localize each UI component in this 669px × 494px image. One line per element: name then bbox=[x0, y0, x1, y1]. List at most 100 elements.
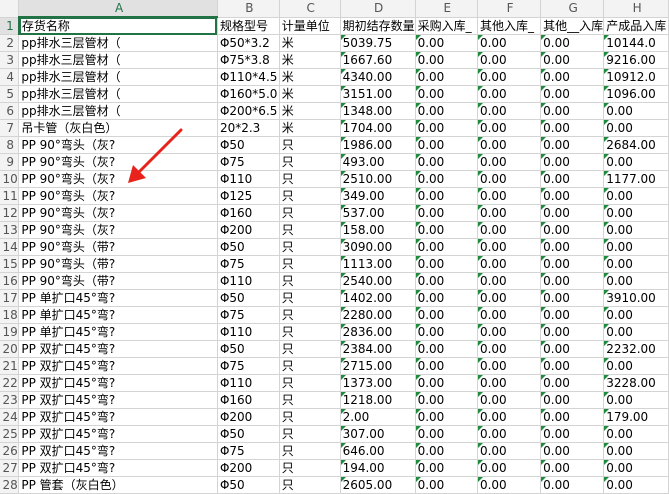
cell-a[interactable]: pp排水三层管材（ bbox=[18, 68, 218, 86]
cell-g[interactable]: 0.00 bbox=[540, 476, 605, 494]
cell-c[interactable]: 米 bbox=[279, 68, 341, 86]
column-header-g[interactable]: G bbox=[540, 0, 605, 18]
cell-c[interactable]: 米 bbox=[279, 119, 341, 137]
cell-a[interactable]: PP 双扩口45°弯? bbox=[18, 357, 218, 375]
cell-c[interactable]: 米 bbox=[279, 34, 341, 52]
cell-c[interactable]: 只 bbox=[279, 136, 341, 154]
cell-e[interactable]: 0.00 bbox=[415, 340, 478, 358]
cell-h1[interactable]: 产成品入库 bbox=[603, 17, 669, 35]
cell-e1[interactable]: 采购入库_ bbox=[415, 17, 478, 35]
cell-f[interactable]: 0.00 bbox=[477, 306, 542, 324]
cell-f[interactable]: 0.00 bbox=[477, 85, 542, 103]
column-header-a[interactable]: A bbox=[18, 0, 218, 18]
cell-f1[interactable]: 其他入库_ bbox=[477, 17, 542, 35]
cell-a[interactable]: PP 单扩口45°弯? bbox=[18, 289, 218, 307]
cell-f[interactable]: 0.00 bbox=[477, 51, 542, 69]
cell-c[interactable]: 米 bbox=[279, 85, 341, 103]
cell-f[interactable]: 0.00 bbox=[477, 374, 542, 392]
row-header[interactable]: 22 bbox=[0, 374, 20, 392]
cell-g1[interactable]: 其他__入库 bbox=[540, 17, 605, 35]
cell-h[interactable]: 3228.00 bbox=[603, 374, 669, 392]
cell-h[interactable]: 0.00 bbox=[603, 187, 669, 205]
cell-b[interactable]: Φ50*3.2 bbox=[217, 34, 280, 52]
cell-g[interactable]: 0.00 bbox=[540, 459, 605, 477]
cell-c[interactable]: 只 bbox=[279, 289, 341, 307]
cell-e[interactable]: 0.00 bbox=[415, 272, 478, 290]
column-header-e[interactable]: E bbox=[415, 0, 478, 18]
cell-d1[interactable]: 期初结存数量 bbox=[340, 17, 416, 35]
cell-a[interactable]: PP 90°弯头（灰? bbox=[18, 153, 218, 171]
cell-c[interactable]: 只 bbox=[279, 238, 341, 256]
cell-d[interactable]: 2605.00 bbox=[340, 476, 416, 494]
cell-g[interactable]: 0.00 bbox=[540, 340, 605, 358]
row-header[interactable]: 14 bbox=[0, 238, 20, 256]
cell-b[interactable]: Φ110 bbox=[217, 272, 280, 290]
cell-c[interactable]: 只 bbox=[279, 204, 341, 222]
cell-g[interactable]: 0.00 bbox=[540, 238, 605, 256]
cell-d[interactable]: 1348.00 bbox=[340, 102, 416, 120]
cell-b[interactable]: Φ50 bbox=[217, 340, 280, 358]
cell-e[interactable]: 0.00 bbox=[415, 51, 478, 69]
cell-g[interactable]: 0.00 bbox=[540, 153, 605, 171]
spreadsheet-grid[interactable]: A B C D E F G H 1 存货名称 规格型号 计量单位 期初结存数量 … bbox=[0, 0, 669, 494]
cell-a[interactable]: PP 90°弯头（带? bbox=[18, 272, 218, 290]
cell-d[interactable]: 4340.00 bbox=[340, 68, 416, 86]
cell-f[interactable]: 0.00 bbox=[477, 221, 542, 239]
cell-b[interactable]: Φ75 bbox=[217, 153, 280, 171]
cell-b[interactable]: Φ200 bbox=[217, 459, 280, 477]
cell-h[interactable]: 0.00 bbox=[603, 425, 669, 443]
cell-c[interactable]: 只 bbox=[279, 340, 341, 358]
row-header[interactable]: 18 bbox=[0, 306, 20, 324]
cell-g[interactable]: 0.00 bbox=[540, 170, 605, 188]
cell-b[interactable]: Φ50 bbox=[217, 136, 280, 154]
cell-e[interactable]: 0.00 bbox=[415, 306, 478, 324]
cell-f[interactable]: 0.00 bbox=[477, 34, 542, 52]
cell-g[interactable]: 0.00 bbox=[540, 68, 605, 86]
row-header[interactable]: 21 bbox=[0, 357, 20, 375]
cell-h[interactable]: 2684.00 bbox=[603, 136, 669, 154]
cell-h[interactable]: 1096.00 bbox=[603, 85, 669, 103]
cell-g[interactable]: 0.00 bbox=[540, 374, 605, 392]
cell-h[interactable]: 0.00 bbox=[603, 102, 669, 120]
cell-c[interactable]: 只 bbox=[279, 255, 341, 273]
cell-e[interactable]: 0.00 bbox=[415, 357, 478, 375]
row-header[interactable]: 5 bbox=[0, 85, 20, 103]
cell-d[interactable]: 2715.00 bbox=[340, 357, 416, 375]
cell-f[interactable]: 0.00 bbox=[477, 289, 542, 307]
cell-h[interactable]: 0.00 bbox=[603, 204, 669, 222]
cell-f[interactable]: 0.00 bbox=[477, 119, 542, 137]
cell-c1[interactable]: 计量单位 bbox=[279, 17, 341, 35]
cell-b[interactable]: Φ50 bbox=[217, 289, 280, 307]
cell-d[interactable]: 307.00 bbox=[340, 425, 416, 443]
cell-h[interactable]: 0.00 bbox=[603, 442, 669, 460]
column-header-c[interactable]: C bbox=[279, 0, 341, 18]
row-header[interactable]: 7 bbox=[0, 119, 20, 137]
cell-e[interactable]: 0.00 bbox=[415, 459, 478, 477]
cell-e[interactable]: 0.00 bbox=[415, 238, 478, 256]
cell-f[interactable]: 0.00 bbox=[477, 476, 542, 494]
cell-a[interactable]: PP 双扩口45°弯? bbox=[18, 459, 218, 477]
cell-g[interactable]: 0.00 bbox=[540, 204, 605, 222]
cell-b[interactable]: Φ75 bbox=[217, 306, 280, 324]
cell-b[interactable]: Φ110 bbox=[217, 323, 280, 341]
cell-d[interactable]: 1986.00 bbox=[340, 136, 416, 154]
cell-d[interactable]: 493.00 bbox=[340, 153, 416, 171]
cell-g[interactable]: 0.00 bbox=[540, 85, 605, 103]
cell-c[interactable]: 只 bbox=[279, 170, 341, 188]
cell-b[interactable]: Φ160 bbox=[217, 391, 280, 409]
row-header[interactable]: 1 bbox=[0, 17, 20, 35]
cell-d[interactable]: 194.00 bbox=[340, 459, 416, 477]
cell-f[interactable]: 0.00 bbox=[477, 102, 542, 120]
cell-b1[interactable]: 规格型号 bbox=[217, 17, 280, 35]
row-header[interactable]: 20 bbox=[0, 340, 20, 358]
cell-h[interactable]: 10144.0 bbox=[603, 34, 669, 52]
cell-e[interactable]: 0.00 bbox=[415, 68, 478, 86]
cell-h[interactable]: 0.00 bbox=[603, 272, 669, 290]
cell-c[interactable]: 只 bbox=[279, 391, 341, 409]
cell-b[interactable]: Φ200 bbox=[217, 408, 280, 426]
cell-a[interactable]: pp排水三层管材（ bbox=[18, 51, 218, 69]
cell-d[interactable]: 1704.00 bbox=[340, 119, 416, 137]
row-header[interactable]: 6 bbox=[0, 102, 20, 120]
cell-c[interactable]: 只 bbox=[279, 459, 341, 477]
cell-e[interactable]: 0.00 bbox=[415, 170, 478, 188]
